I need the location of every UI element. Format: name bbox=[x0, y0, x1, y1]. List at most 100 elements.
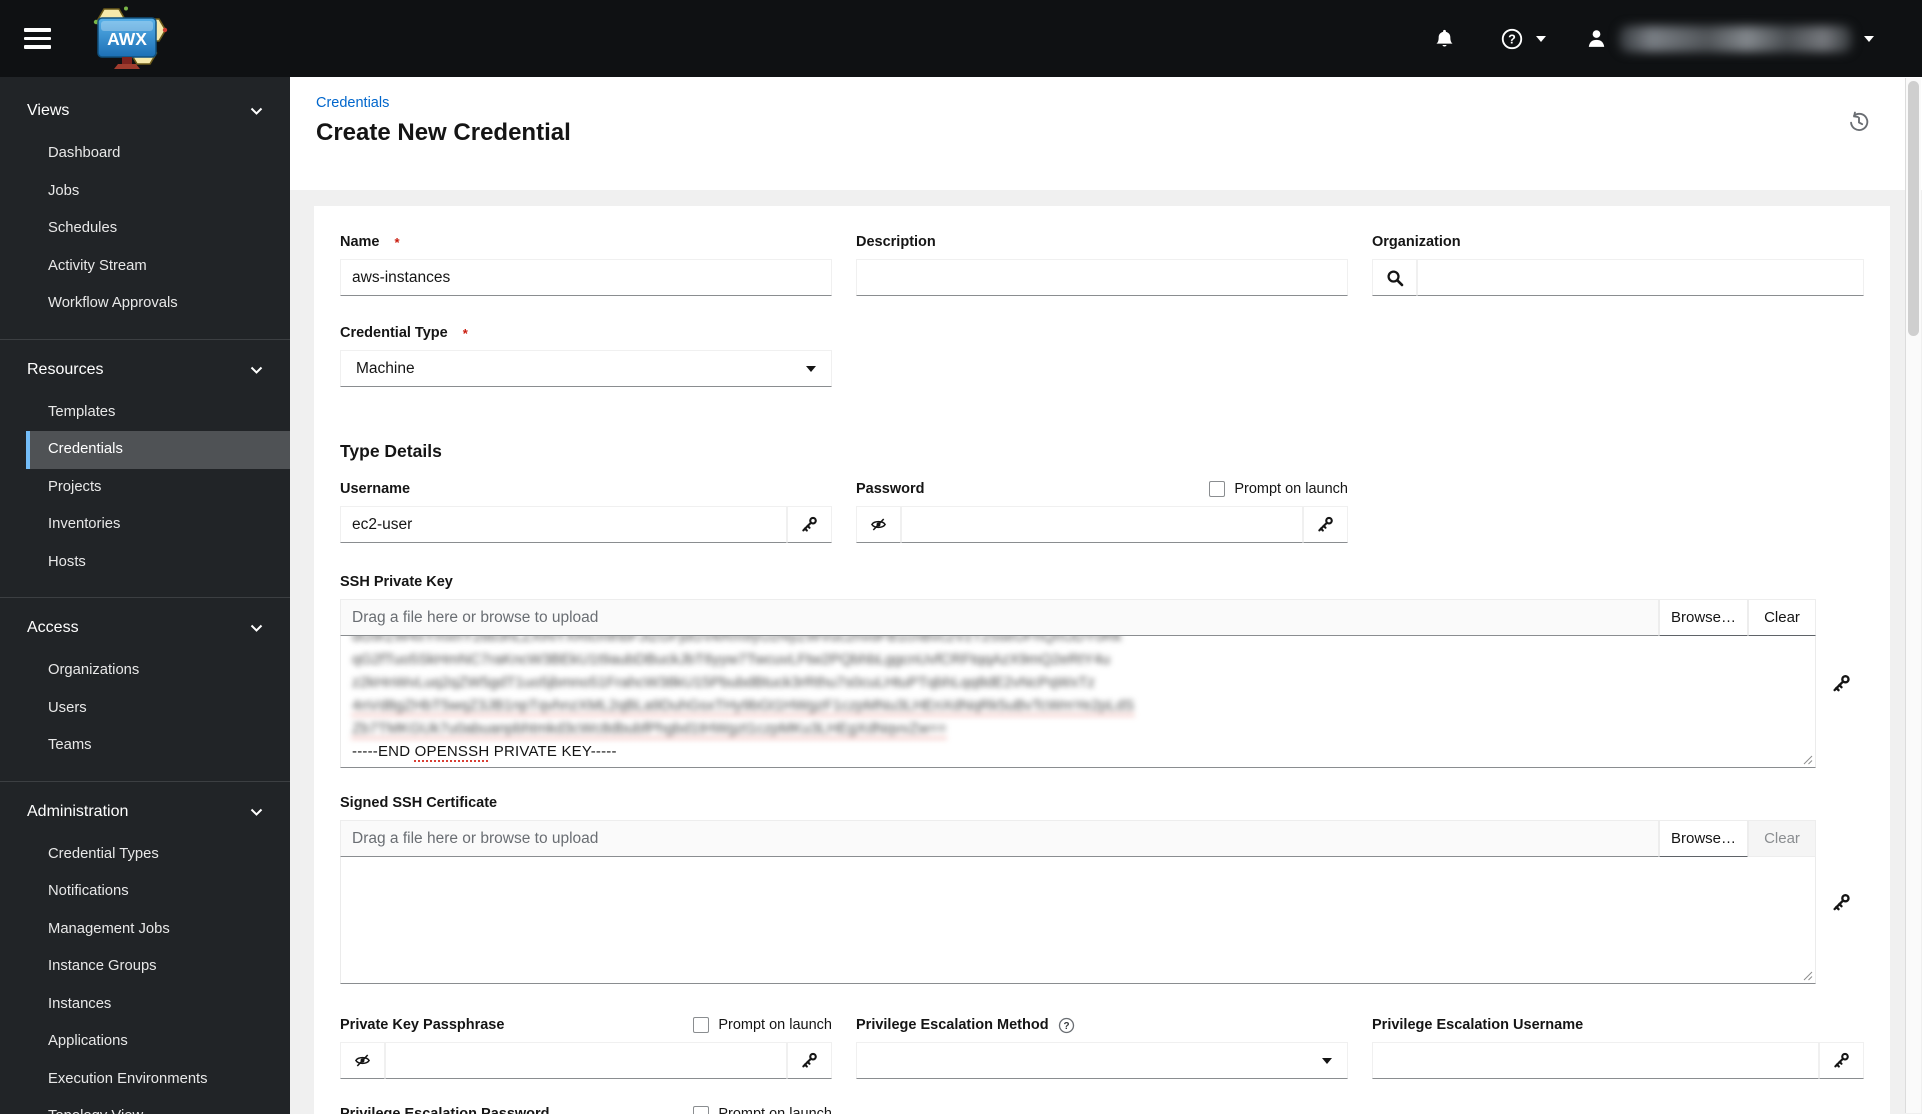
sidebar-group-toggle-access[interactable]: Access bbox=[0, 612, 290, 644]
pe-password-prompt-on-launch-checkbox[interactable] bbox=[693, 1106, 710, 1114]
ssh-key-browse-button[interactable]: Browse… bbox=[1659, 599, 1748, 636]
description-field-group: Description bbox=[856, 233, 1348, 296]
notifications-button[interactable] bbox=[1434, 28, 1455, 49]
history-icon bbox=[1850, 111, 1869, 131]
form-row-2: Credential Type * Machine bbox=[340, 324, 1864, 387]
privilege-escalation-username-input[interactable] bbox=[1372, 1042, 1819, 1079]
sidebar-item-notifications[interactable]: Notifications bbox=[26, 873, 290, 911]
sidebar-item-users[interactable]: Users bbox=[26, 690, 290, 728]
sidebar-item-hosts[interactable]: Hosts bbox=[26, 544, 290, 582]
name-input[interactable] bbox=[340, 259, 832, 296]
sidebar-group-toggle-administration[interactable]: Administration bbox=[0, 796, 290, 828]
scrollbar-thumb[interactable] bbox=[1908, 81, 1919, 336]
password-label: Password bbox=[856, 481, 925, 497]
user-icon bbox=[1588, 30, 1605, 47]
vertical-scrollbar[interactable] bbox=[1905, 78, 1921, 1113]
signed-ssh-certificate-label: Signed SSH Certificate bbox=[340, 795, 498, 811]
certificate-dropzone[interactable]: Drag a file here or browse to upload bbox=[340, 820, 1659, 857]
sidebar-group-label: Access bbox=[27, 619, 79, 636]
prompt-on-launch-label: Prompt on launch bbox=[718, 1017, 832, 1033]
certificate-browse-button[interactable]: Browse… bbox=[1659, 820, 1748, 857]
form-row-3: Username ec2-user Password Prompt on lau… bbox=[340, 480, 1864, 543]
username-credential-lookup-button[interactable] bbox=[787, 506, 832, 543]
chevron-down-icon bbox=[250, 366, 263, 374]
credential-type-select[interactable]: Machine bbox=[340, 350, 832, 387]
chevron-down-icon bbox=[250, 107, 263, 115]
sidebar-item-projects[interactable]: Projects bbox=[26, 469, 290, 507]
ssh-key-redacted-line: qG2fTuo5SkHmNC7raKncW3BEkU1t9aubDBuckJbT… bbox=[352, 651, 1111, 668]
search-icon bbox=[1386, 269, 1403, 286]
ssh-key-redacted-line: z2kHnWvLuq2qZW5gdT1uo5jbmno51FrahcW38kU1… bbox=[352, 674, 1095, 691]
sidebar-item-teams[interactable]: Teams bbox=[26, 727, 290, 765]
chevron-down-icon bbox=[250, 624, 263, 632]
ssh-key-textarea[interactable]: dG9rZW4xYmxhY2tib3hLZXlNYXRlcmlhbFJlZGFj… bbox=[340, 636, 1816, 768]
username-label: Username bbox=[340, 481, 411, 497]
name-field-group: Name * bbox=[340, 233, 832, 296]
key-icon bbox=[802, 1052, 817, 1068]
sidebar-item-credential-types[interactable]: Credential Types bbox=[26, 836, 290, 874]
sidebar-item-templates[interactable]: Templates bbox=[26, 394, 290, 432]
password-prompt-on-launch-checkbox[interactable] bbox=[1209, 481, 1226, 497]
awx-logo-text: AWX bbox=[107, 29, 147, 49]
resize-handle-icon[interactable] bbox=[1802, 970, 1813, 981]
sidebar-item-execution-environments[interactable]: Execution Environments bbox=[26, 1061, 290, 1099]
ssh-key-end-line: -----END OPENSSH PRIVATE KEY----- bbox=[352, 743, 617, 760]
sidebar-item-credentials[interactable]: Credentials bbox=[26, 431, 290, 469]
password-show-toggle-button[interactable] bbox=[856, 506, 901, 543]
ssh-key-clear-button[interactable]: Clear bbox=[1748, 599, 1816, 636]
sidebar-item-instances[interactable]: Instances bbox=[26, 986, 290, 1024]
sidebar-item-management-jobs[interactable]: Management Jobs bbox=[26, 911, 290, 949]
sidebar-item-activity-stream[interactable]: Activity Stream bbox=[26, 248, 290, 286]
sidebar-item-topology-view[interactable]: Topology View bbox=[26, 1098, 290, 1114]
sidebar-item-organizations[interactable]: Organizations bbox=[26, 652, 290, 690]
sidebar: Views Dashboard Jobs Schedules Activity Stre… bbox=[0, 77, 290, 1114]
breadcrumb-credentials-link[interactable]: Credentials bbox=[316, 95, 389, 111]
password-input[interactable] bbox=[901, 506, 1303, 543]
username-input[interactable] bbox=[340, 506, 787, 543]
help-menu-button[interactable]: ? bbox=[1501, 28, 1546, 50]
passphrase-prompt-on-launch-checkbox[interactable] bbox=[693, 1017, 710, 1033]
sidebar-item-instance-groups[interactable]: Instance Groups bbox=[26, 948, 290, 986]
user-menu-button[interactable] bbox=[1586, 25, 1874, 52]
bell-icon bbox=[1436, 29, 1453, 47]
sidebar-group-toggle-views[interactable]: Views bbox=[0, 95, 290, 127]
sidebar-item-inventories[interactable]: Inventories bbox=[26, 506, 290, 544]
svg-text:?: ? bbox=[1063, 1021, 1069, 1032]
ssh-key-redacted-line: Zb7TMKGUk7u0abuanpbhtmkd3cWc8dbubfPhgbd1… bbox=[352, 720, 947, 737]
sidebar-group-toggle-resources[interactable]: Resources bbox=[0, 354, 290, 386]
key-icon bbox=[1832, 893, 1850, 910]
sidebar-item-dashboard[interactable]: Dashboard bbox=[26, 135, 290, 173]
nav-toggle-button[interactable] bbox=[24, 28, 51, 49]
passphrase-credential-lookup-button[interactable] bbox=[787, 1042, 832, 1079]
caret-down-icon bbox=[806, 365, 816, 372]
passphrase-input[interactable] bbox=[385, 1042, 787, 1079]
eye-slash-icon bbox=[870, 518, 887, 531]
awx-logo[interactable]: AWX bbox=[77, 6, 183, 72]
activity-history-button[interactable] bbox=[1848, 111, 1870, 136]
passphrase-prompt-on-launch: Prompt on launch bbox=[693, 1017, 832, 1033]
resize-handle-icon[interactable] bbox=[1802, 754, 1813, 765]
prompt-on-launch-label: Prompt on launch bbox=[718, 1106, 832, 1114]
description-input[interactable] bbox=[856, 259, 1348, 296]
pe-username-credential-lookup-button[interactable] bbox=[1819, 1042, 1864, 1079]
ssh-key-dropzone[interactable]: Drag a file here or browse to upload bbox=[340, 599, 1659, 636]
sidebar-item-jobs[interactable]: Jobs bbox=[26, 173, 290, 211]
certificate-clear-button[interactable]: Clear bbox=[1748, 820, 1816, 857]
privilege-escalation-method-select[interactable] bbox=[856, 1042, 1348, 1079]
privilege-escalation-password-label: Privilege Escalation Password bbox=[340, 1106, 550, 1114]
ssh-private-key-section: SSH Private Key Drag a file here or brow… bbox=[340, 573, 1864, 768]
help-popover-icon[interactable]: ? bbox=[1058, 1017, 1075, 1034]
caret-down-icon bbox=[1322, 1057, 1332, 1064]
organization-input[interactable] bbox=[1417, 259, 1864, 296]
organization-lookup-button[interactable] bbox=[1372, 259, 1417, 296]
passphrase-show-toggle-button[interactable] bbox=[340, 1042, 385, 1079]
password-prompt-on-launch: Prompt on launch bbox=[1209, 481, 1348, 497]
privilege-escalation-password-field-group: Privilege Escalation Password Prompt on … bbox=[340, 1105, 832, 1114]
sidebar-item-workflow-approvals[interactable]: Workflow Approvals bbox=[26, 285, 290, 323]
sidebar-item-schedules[interactable]: Schedules bbox=[26, 210, 290, 248]
ssh-key-credential-lookup-button[interactable] bbox=[1818, 599, 1864, 768]
certificate-textarea[interactable] bbox=[340, 857, 1816, 984]
certificate-credential-lookup-button[interactable] bbox=[1818, 820, 1864, 984]
password-credential-lookup-button[interactable] bbox=[1303, 506, 1348, 543]
sidebar-item-applications[interactable]: Applications bbox=[26, 1023, 290, 1061]
